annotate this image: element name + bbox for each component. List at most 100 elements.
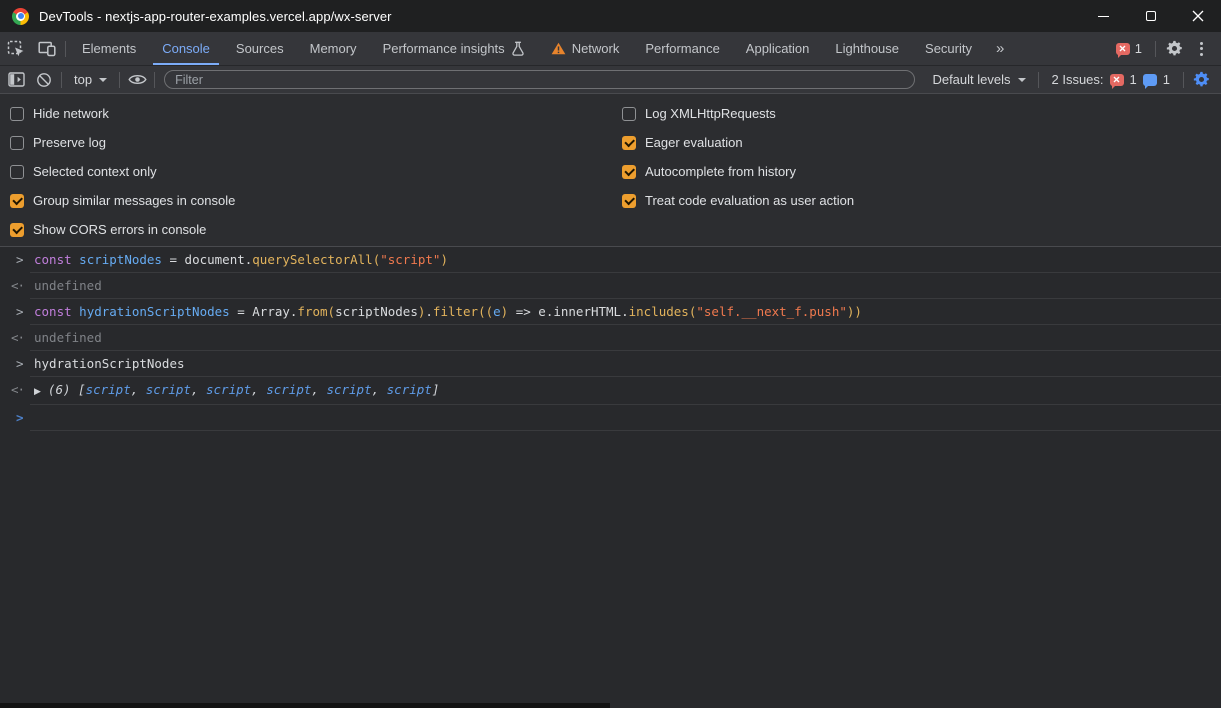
checkbox-checked[interactable] [622,165,636,179]
token-it: (6) [ [48,382,86,397]
checkbox-label: Eager evaluation [645,135,743,150]
setting-group-similar-messages-in-console[interactable]: Group similar messages in console [10,186,622,215]
minimize-button[interactable] [1080,0,1127,32]
checkbox-unchecked[interactable] [10,165,24,179]
token-node: script [387,382,432,397]
setting-preserve-log[interactable]: Preserve log [10,128,622,157]
setting-selected-context-only[interactable]: Selected context only [10,157,622,186]
token-str: "script" [380,252,440,267]
tab-lighthouse[interactable]: Lighthouse [822,32,912,65]
setting-log-xmlhttprequests[interactable]: Log XMLHttpRequests [622,99,1221,128]
checkbox-checked[interactable] [622,136,636,150]
more-tabs-button[interactable]: » [985,32,1015,65]
result-arrow-icon: <· [11,278,24,294]
checkbox-checked[interactable] [10,223,24,237]
devtools-menu-button[interactable] [1190,42,1213,56]
setting-eager-evaluation[interactable]: Eager evaluation [622,128,1221,157]
tab-label: Performance insights [383,41,505,56]
token-it: , [131,382,146,397]
tab-sources[interactable]: Sources [223,32,297,65]
console-settings-button[interactable] [1187,68,1215,92]
checkbox-unchecked[interactable] [10,107,24,121]
token-fn: )) [847,304,862,319]
console-input-row: >const hydrationScriptNodes = Array.from… [0,299,1221,325]
tab-performance[interactable]: Performance [632,32,732,65]
console-result-row: <·▶(6) [script, script, script, script, … [0,377,1221,405]
tab-performance-insights[interactable]: Performance insights [370,32,538,65]
checkbox-checked[interactable] [10,194,24,208]
console-sidebar-icon [8,72,25,87]
setting-treat-code-evaluation-as-user-action[interactable]: Treat code evaluation as user action [622,186,1221,215]
checkbox-unchecked[interactable] [10,136,24,150]
window-titlebar: DevTools - nextjs-app-router-examples.ve… [0,0,1221,32]
tab-label: Network [572,41,620,56]
tab-label: Performance [645,41,719,56]
devtools-tabbar: ElementsConsole Sources Memory Performance … [0,32,1221,66]
checkbox-label: Group similar messages in console [33,193,235,208]
tab-application[interactable]: Application [733,32,823,65]
console-settings-panel: Hide network Preserve logSelected context… [0,94,1221,247]
create-live-expression-button[interactable] [123,68,151,92]
context-selector[interactable]: top [65,72,116,87]
tab-security[interactable]: Security [912,32,985,65]
toolbar-separator [65,41,66,57]
issues-error-count: 1 [1130,72,1137,87]
checkbox-label: Hide network [33,106,109,121]
console-result-row: <·undefined [0,325,1221,351]
device-toolbar-icon [38,40,56,57]
devtools-settings-button[interactable] [1159,40,1190,57]
token-it: ] [432,382,440,397]
chrome-logo-icon [12,8,29,25]
log-levels-selector[interactable]: Default levels [923,72,1034,87]
maximize-button[interactable] [1127,0,1174,32]
token-fn: (( [478,304,493,319]
token-txt: = Array. [230,304,298,319]
toolbar-separator [1183,72,1184,88]
clear-console-button[interactable] [30,68,58,92]
tab-label: Memory [310,41,357,56]
toolbar-separator [119,72,120,88]
console-messages: >const scriptNodes = document.querySelec… [0,247,1221,431]
context-selector-label: top [74,72,92,87]
token-txt: = document. [162,252,252,267]
warning-icon [551,42,566,55]
token-var: hydrationScriptNodes [79,304,230,319]
tab-label: Sources [236,41,284,56]
tab-memory[interactable]: Memory [297,32,370,65]
issues-summary[interactable]: 2 Issues: 1 1 [1042,72,1181,87]
setting-show-cors-errors-in-console[interactable]: Show CORS errors in console [10,215,622,244]
inspect-element-button[interactable] [0,32,31,65]
setting-autocomplete-from-history[interactable]: Autocomplete from history [622,157,1221,186]
token-node: script [206,382,251,397]
panel-tabs: ElementsConsole Sources Memory Performance … [69,32,985,65]
console-prompt[interactable]: > [0,405,1221,431]
expand-triangle-icon[interactable]: ▶ [34,387,41,397]
tab-network[interactable]: Network [538,32,633,65]
token-var: scriptNodes [79,252,162,267]
token-it: , [191,382,206,397]
console-input-row: >hydrationScriptNodes [0,351,1221,377]
setting-hide-network[interactable]: Hide network [10,99,622,128]
filter-input[interactable] [164,70,915,89]
token-fn: includes [629,304,689,319]
issues-error-badge[interactable]: 1 [1116,41,1142,56]
issues-warning-count: 1 [1163,72,1170,87]
tab-elements[interactable]: Elements [69,32,149,65]
token-node: script [266,382,311,397]
close-button[interactable] [1174,0,1221,32]
checkbox-checked[interactable] [622,194,636,208]
token-kw: const [34,304,72,319]
maximize-icon [1146,11,1156,21]
console-input-row: >const scriptNodes = document.querySelec… [0,247,1221,273]
tab-label: Security [925,41,972,56]
background-window-edge [0,703,610,708]
token-fn: from [297,304,327,319]
console-sidebar-toggle-button[interactable] [2,68,30,92]
checkbox-unchecked[interactable] [622,107,636,121]
tab-console[interactable]: Console [149,32,223,65]
error-bubble-icon [1116,43,1130,55]
device-toolbar-button[interactable] [31,32,62,65]
prompt-chevron-icon: > [16,410,24,426]
token-fn: filter [433,304,478,319]
checkbox-label: Treat code evaluation as user action [645,193,854,208]
